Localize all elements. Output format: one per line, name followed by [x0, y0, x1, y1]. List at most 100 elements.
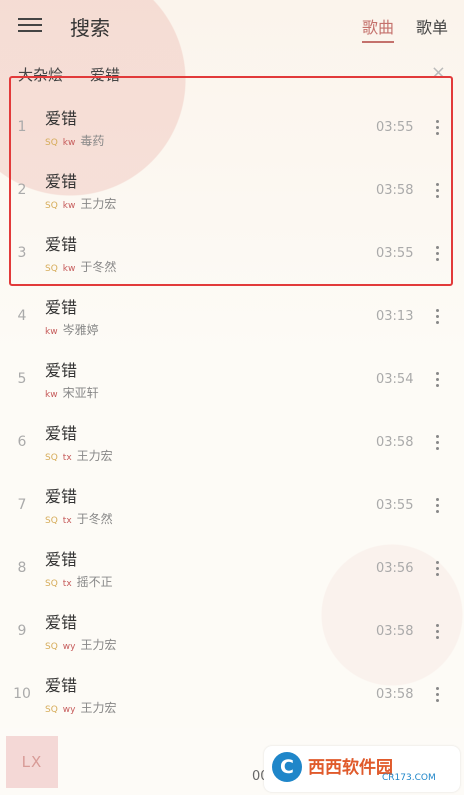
- quality-badge: SQ: [45, 705, 58, 715]
- source-badge: wy: [62, 642, 76, 652]
- artist-name: 于冬然: [76, 512, 113, 526]
- artist-name: 宋亚轩: [62, 386, 99, 400]
- song-row[interactable]: 3 爱错 SQ kw 于冬然 03:55: [0, 222, 464, 285]
- song-row[interactable]: 7 爱错 SQ tx 于冬然 03:55: [0, 474, 464, 537]
- song-meta: SQ kw 毒药: [45, 132, 104, 149]
- row-index: 7: [17, 497, 27, 513]
- duration: 03:58: [376, 435, 414, 450]
- row-index: 5: [17, 371, 27, 387]
- source-badge: tx: [62, 516, 72, 526]
- song-row[interactable]: 1 爱错 SQ kw 毒药 03:55: [0, 96, 464, 159]
- song-row[interactable]: 6 爱错 SQ tx 王力宏 03:58: [0, 411, 464, 474]
- more-icon[interactable]: [430, 685, 444, 705]
- song-title: 爱错: [45, 235, 78, 254]
- watermark-name: 西西软件园: [308, 758, 393, 778]
- source-badge: tx: [62, 579, 72, 589]
- quality-badge: SQ: [45, 138, 58, 148]
- more-icon[interactable]: [430, 307, 444, 327]
- more-icon[interactable]: [430, 433, 444, 453]
- quality-badge: SQ: [45, 579, 58, 589]
- duration: 03:58: [376, 183, 414, 198]
- results-list: 1 爱错 SQ kw 毒药 03:55 2 爱错 SQ kw 王力宏 03:58 3 爱错 SQ kw 于冬然 0…: [0, 96, 464, 726]
- source-badge: kw: [62, 138, 76, 148]
- duration: 03:56: [376, 561, 414, 576]
- song-title: 爱错: [45, 172, 78, 191]
- song-meta: SQ kw 于冬然: [45, 258, 116, 275]
- duration: 03:55: [376, 498, 414, 513]
- song-meta: SQ tx 王力宏: [45, 447, 113, 464]
- song-row[interactable]: 9 爱错 SQ wy 王力宏 03:58: [0, 600, 464, 663]
- source-badge: tx: [62, 453, 72, 463]
- source-badge: wy: [62, 705, 76, 715]
- duration: 03:13: [376, 309, 414, 324]
- album-cover[interactable]: LX: [6, 736, 58, 788]
- duration: 03:55: [376, 120, 414, 135]
- song-title: 爱错: [45, 361, 78, 380]
- more-icon[interactable]: [430, 370, 444, 390]
- player-bar: LX 00:0 C 西西软件园 CR173.COM: [0, 728, 464, 795]
- menu-icon[interactable]: [18, 14, 42, 34]
- artist-name: 摇不正: [76, 575, 113, 589]
- song-meta: kw 岑雅婷: [45, 321, 99, 338]
- quality-badge: SQ: [45, 642, 58, 652]
- song-row[interactable]: 4 爱错 kw 岑雅婷 03:13: [0, 285, 464, 348]
- search-bar[interactable]: 大杂烩 爱错 ×: [0, 52, 464, 96]
- row-index: 3: [17, 245, 27, 261]
- artist-name: 王力宏: [76, 449, 113, 463]
- more-icon[interactable]: [430, 622, 444, 642]
- song-meta: SQ tx 于冬然: [45, 510, 113, 527]
- row-index: 8: [17, 560, 27, 576]
- song-title: 爱错: [45, 613, 78, 632]
- quality-badge: SQ: [45, 516, 58, 526]
- artist-name: 王力宏: [80, 701, 117, 715]
- song-meta: kw 宋亚轩: [45, 384, 99, 401]
- search-source[interactable]: 大杂烩: [18, 64, 63, 85]
- song-title: 爱错: [45, 487, 78, 506]
- more-icon[interactable]: [430, 496, 444, 516]
- duration: 03:58: [376, 687, 414, 702]
- song-row[interactable]: 8 爱错 SQ tx 摇不正 03:56: [0, 537, 464, 600]
- page-title: 搜索: [70, 16, 110, 40]
- top-bar: 搜索 歌曲 歌单: [0, 0, 464, 52]
- duration: 03:54: [376, 372, 414, 387]
- close-icon[interactable]: ×: [431, 62, 446, 83]
- row-index: 1: [17, 119, 27, 135]
- more-icon[interactable]: [430, 118, 444, 138]
- row-index: 4: [17, 308, 27, 324]
- source-badge: kw: [62, 201, 76, 211]
- quality-badge: SQ: [45, 201, 58, 211]
- song-row[interactable]: 5 爱错 kw 宋亚轩 03:54: [0, 348, 464, 411]
- search-query[interactable]: 爱错: [90, 64, 120, 85]
- row-index: 10: [13, 686, 31, 702]
- quality-badge: SQ: [45, 264, 58, 274]
- song-meta: SQ kw 王力宏: [45, 195, 116, 212]
- tab-songs[interactable]: 歌曲: [362, 14, 395, 43]
- row-index: 9: [17, 623, 27, 639]
- row-index: 6: [17, 434, 27, 450]
- row-index: 2: [17, 182, 27, 198]
- song-title: 爱错: [45, 424, 78, 443]
- artist-name: 岑雅婷: [62, 323, 99, 337]
- source-badge: kw: [45, 390, 58, 400]
- song-row[interactable]: 10 爱错 SQ wy 王力宏 03:58: [0, 663, 464, 726]
- song-row[interactable]: 2 爱错 SQ kw 王力宏 03:58: [0, 159, 464, 222]
- artist-name: 毒药: [80, 134, 105, 148]
- song-title: 爱错: [45, 109, 78, 128]
- song-meta: SQ wy 王力宏: [45, 636, 117, 653]
- more-icon[interactable]: [430, 559, 444, 579]
- song-title: 爱错: [45, 550, 78, 569]
- tab-playlists[interactable]: 歌单: [416, 14, 448, 38]
- quality-badge: SQ: [45, 453, 58, 463]
- artist-name: 王力宏: [80, 638, 117, 652]
- watermark-logo: C: [272, 752, 302, 782]
- song-meta: SQ tx 摇不正: [45, 573, 113, 590]
- more-icon[interactable]: [430, 244, 444, 264]
- song-title: 爱错: [45, 676, 78, 695]
- song-meta: SQ wy 王力宏: [45, 699, 117, 716]
- more-icon[interactable]: [430, 181, 444, 201]
- artist-name: 于冬然: [80, 260, 117, 274]
- artist-name: 王力宏: [80, 197, 117, 211]
- song-title: 爱错: [45, 298, 78, 317]
- watermark: C 西西软件园 CR173.COM: [264, 746, 460, 792]
- source-badge: kw: [45, 327, 58, 337]
